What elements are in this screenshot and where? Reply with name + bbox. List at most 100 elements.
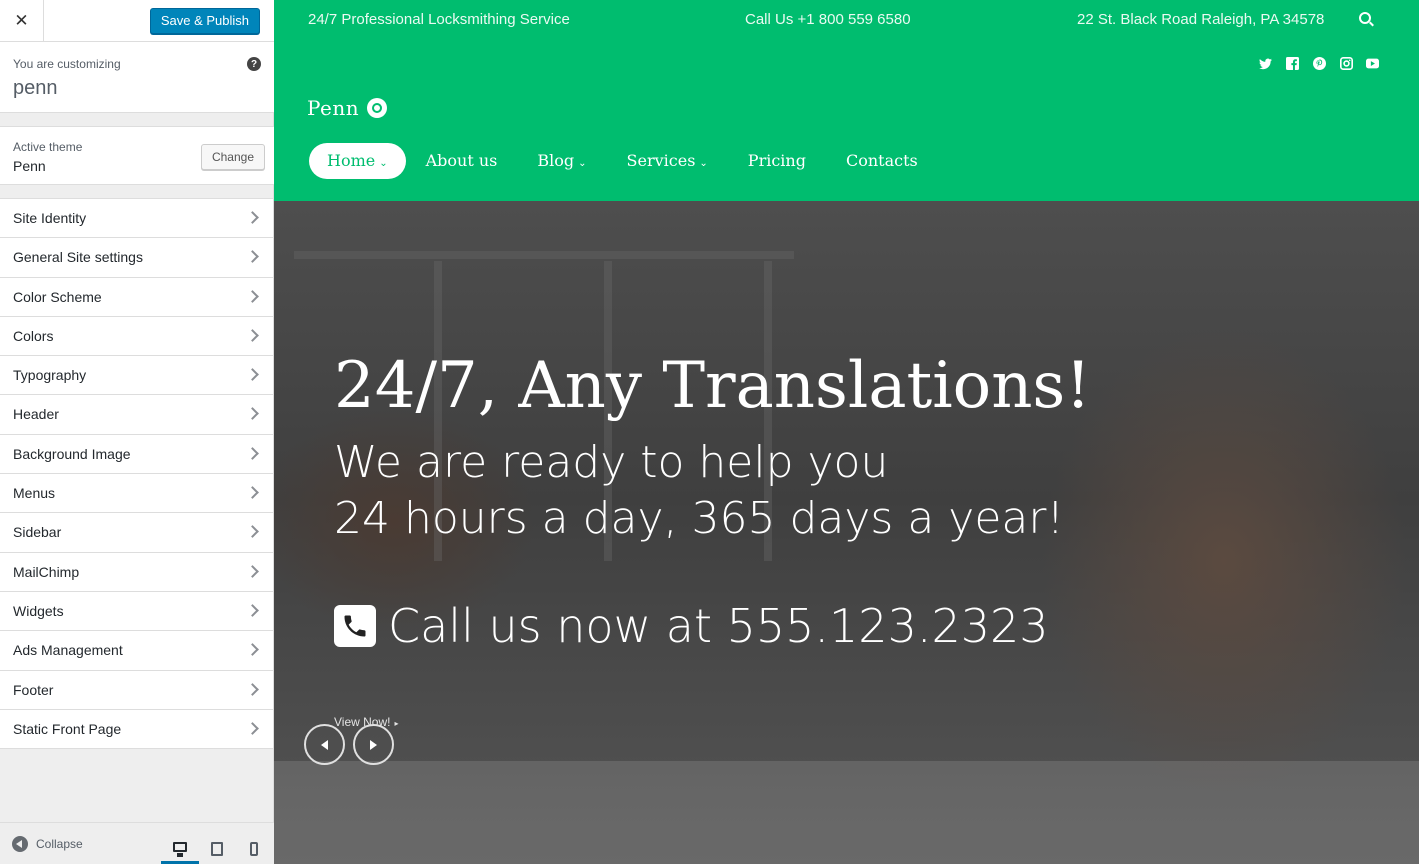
topbar-address: 22 St. Black Road Raleigh, PA 34578 [1077,11,1325,28]
customizing-info: You are customizing penn ? [0,42,274,113]
section-label: Widgets [13,602,64,619]
section-label: Menus [13,485,56,502]
nav-label: Home [327,151,376,170]
section-menus[interactable]: Menus [0,474,273,514]
site-header: 24/7 Professional Locksmithing Service C… [274,0,1419,201]
chevron-right-icon [246,329,259,342]
section-label: Typography [13,367,87,384]
collapse-label: Collapse [36,837,83,851]
section-color-scheme[interactable]: Color Scheme [0,277,273,317]
twitter-icon[interactable] [1258,56,1272,70]
nav-item-services[interactable]: Services ⌄ [607,143,728,179]
logo-text: Penn [307,96,360,120]
logo-mark-icon [367,98,388,118]
section-mailchimp[interactable]: MailChimp [0,552,273,592]
pinterest-icon[interactable] [1312,56,1326,70]
nav-item-home[interactable]: Home ⌄ [309,143,406,179]
site-logo[interactable]: Penn [307,96,388,120]
section-label: Background Image [13,445,131,462]
save-publish-button[interactable]: Save & Publish [149,8,260,34]
chevron-right-icon [246,486,259,499]
nav-label: About us [425,151,498,170]
facebook-icon[interactable] [1285,56,1299,70]
chevron-right-icon [246,289,259,303]
change-theme-button[interactable]: Change [200,144,265,170]
section-label: Footer [13,681,54,698]
help-icon[interactable]: ? [247,57,261,71]
section-site-identity[interactable]: Site Identity [0,199,273,239]
chevron-right-icon [246,604,259,617]
youtube-icon[interactable] [1365,56,1379,70]
section-label: Colors [13,327,54,344]
section-background-image[interactable]: Background Image [0,434,273,475]
section-label: Ads Management [13,642,123,659]
customizing-label: You are customizing [13,57,121,71]
section-label: Color Scheme [13,288,102,305]
section-typography[interactable]: Typography [0,356,273,396]
section-footer[interactable]: Footer [0,670,273,710]
hero-subtitle: We are ready to help you 24 hours a day,… [334,435,1064,547]
section-ads-management[interactable]: Ads Management [0,631,273,671]
slider-prev-button[interactable] [304,724,345,765]
customizer-footer: Collapse [0,822,274,864]
collapse-button[interactable]: Collapse [12,836,83,852]
section-widgets[interactable]: Widgets [0,591,273,632]
hero-call: Call us now at 555.123.2323 [334,599,1049,653]
search-icon[interactable] [1359,12,1371,24]
nav-item-about-us[interactable]: About us [406,143,518,179]
hero-background-desk [274,761,1419,864]
site-name: penn [13,77,58,99]
nav-label: Services [626,151,696,170]
tablet-icon[interactable] [198,833,236,864]
section-label: Sidebar [13,524,62,541]
active-theme-label: Active theme [13,140,83,154]
chevron-right-icon [246,564,259,578]
collapse-icon [12,836,28,852]
section-header[interactable]: Header [0,395,273,435]
hero-subtitle-line: 24 hours a day, 365 days a year! [334,493,1065,544]
phone-icon [334,605,376,647]
section-label: MailChimp [13,563,80,580]
nav-item-pricing[interactable]: Pricing [728,143,826,179]
chevron-right-icon [246,643,259,657]
chevron-right-icon [246,368,259,382]
nav-item-contacts[interactable]: Contacts [826,143,938,179]
customizer-sidebar: ✕ Save & Publish You are customizing pen… [0,0,274,864]
theme-name: Penn [13,158,46,174]
section-static-front-page[interactable]: Static Front Page [0,709,273,750]
slider-next-button[interactable] [353,724,394,765]
mobile-icon[interactable] [235,833,273,864]
active-theme-panel: Active theme Penn Change [0,126,274,185]
desktop-icon[interactable] [161,833,199,864]
section-label: Site Identity [13,210,87,226]
close-icon[interactable]: ✕ [0,0,44,42]
section-general-site-settings[interactable]: General Site settings [0,238,273,278]
hero-background-shelf [294,251,794,259]
topbar-phone: Call Us +1 800 559 6580 [745,11,911,28]
customizer-header: ✕ Save & Publish [0,0,274,42]
section-sidebar[interactable]: Sidebar [0,513,273,553]
chevron-right-icon [246,525,259,539]
nav-label: Blog [537,151,575,170]
section-colors[interactable]: Colors [0,316,273,357]
chevron-right-icon [246,446,259,460]
chevron-down-icon: ⌄ [699,158,708,169]
section-label: Static Front Page [13,720,122,737]
chevron-right-icon [246,211,259,224]
instagram-icon[interactable] [1339,56,1353,70]
chevron-right-icon [246,682,259,696]
nav-item-blog[interactable]: Blog ⌄ [517,143,606,179]
chevron-right-icon [246,407,259,421]
section-label: General Site settings [13,249,143,266]
chevron-down-icon: ⌄ [578,158,587,169]
nav-label: Contacts [845,151,918,170]
main-nav: Home ⌄ About us Blog ⌄ Services ⌄ Pricing C… [309,143,938,179]
chevron-down-icon: ⌄ [379,158,388,169]
nav-label: Pricing [747,151,806,170]
site-preview: 24/7 Professional Locksmithing Service C… [274,0,1419,864]
hero-slider: 24/7, Any Translations! We are ready to … [274,201,1419,864]
arrow-right-icon: ▸ [394,719,399,728]
topbar-service: 24/7 Professional Locksmithing Service [308,11,570,28]
section-label: Header [13,406,59,423]
chevron-right-icon [246,721,259,735]
